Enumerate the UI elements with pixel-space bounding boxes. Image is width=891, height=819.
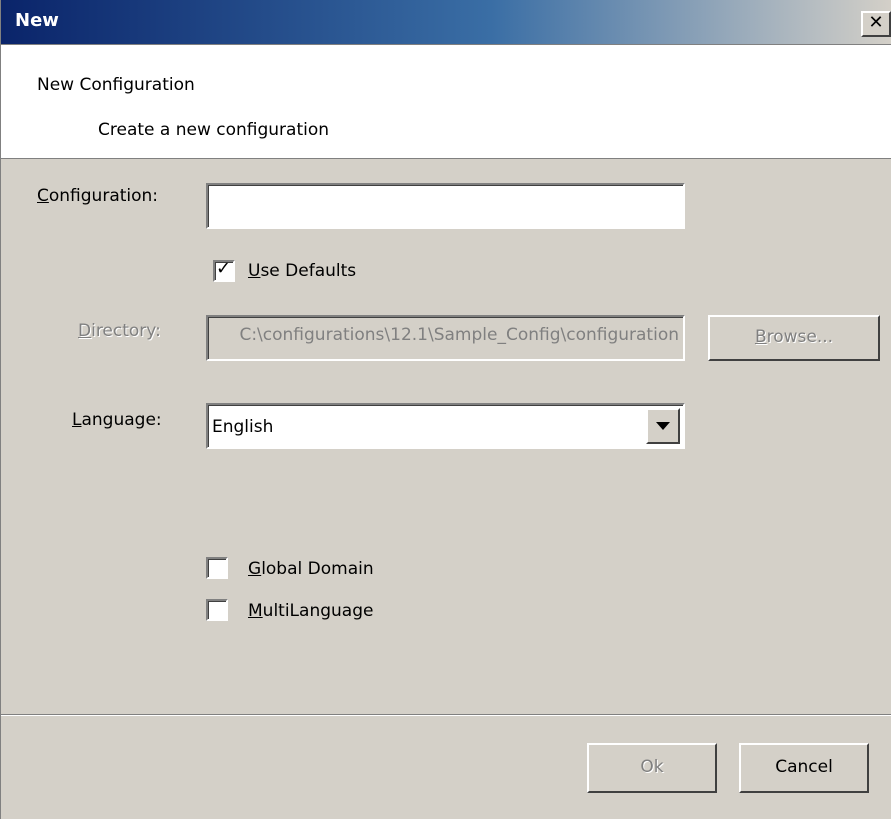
directory-label-rest: irectory: — [91, 321, 161, 341]
use-defaults-mnemonic: U — [248, 261, 261, 281]
footer-separator — [1, 714, 891, 716]
new-configuration-dialog: New ✕ New Configuration Create a new con… — [0, 0, 891, 819]
close-button[interactable]: ✕ — [861, 11, 891, 37]
browse-mnemonic: B — [754, 327, 767, 347]
language-selected-value: English — [212, 417, 274, 437]
configuration-label: Configuration: — [37, 186, 158, 206]
multilanguage-label[interactable]: MultiLanguage — [248, 601, 373, 621]
ok-button[interactable]: Ok — [587, 743, 717, 793]
language-label-rest: anguage: — [81, 410, 162, 430]
directory-label: Directory: — [78, 321, 161, 341]
directory-value: C:\configurations\12.1\Sample_Config\con… — [239, 325, 679, 345]
header-title: New Configuration — [37, 75, 195, 95]
use-defaults-checkbox[interactable]: ✓ — [213, 258, 235, 282]
configuration-label-mnemonic: C — [37, 186, 49, 206]
window-title: New — [15, 10, 59, 31]
global-domain-label[interactable]: Global Domain — [248, 559, 374, 579]
multilanguage-mnemonic: M — [248, 601, 263, 621]
browse-button[interactable]: Browse... — [708, 315, 880, 361]
directory-label-mnemonic: D — [78, 321, 92, 341]
header-subtitle: Create a new configuration — [98, 120, 330, 140]
multilanguage-rest: ultiLanguage — [262, 601, 374, 621]
language-select[interactable]: English — [206, 403, 685, 449]
global-domain-mnemonic: G — [248, 559, 262, 579]
language-label: Language: — [72, 410, 162, 430]
use-defaults-label[interactable]: Use Defaults — [248, 261, 356, 281]
dialog-header: New Configuration Create a new configura… — [1, 45, 891, 159]
configuration-input[interactable] — [206, 183, 685, 229]
use-defaults-rest: se Defaults — [260, 261, 357, 281]
chevron-down-icon[interactable] — [646, 408, 680, 444]
close-icon: ✕ — [868, 12, 884, 33]
browse-rest: rowse... — [766, 327, 834, 347]
check-icon: ✓ — [216, 258, 232, 279]
global-domain-rest: lobal Domain — [261, 559, 374, 579]
configuration-label-rest: onfiguration: — [48, 186, 159, 206]
title-bar[interactable]: New ✕ — [1, 0, 891, 45]
cancel-button[interactable]: Cancel — [739, 743, 869, 793]
multilanguage-checkbox[interactable] — [206, 599, 228, 621]
directory-input: C:\configurations\12.1\Sample_Config\con… — [206, 315, 685, 361]
global-domain-checkbox[interactable] — [206, 557, 228, 579]
